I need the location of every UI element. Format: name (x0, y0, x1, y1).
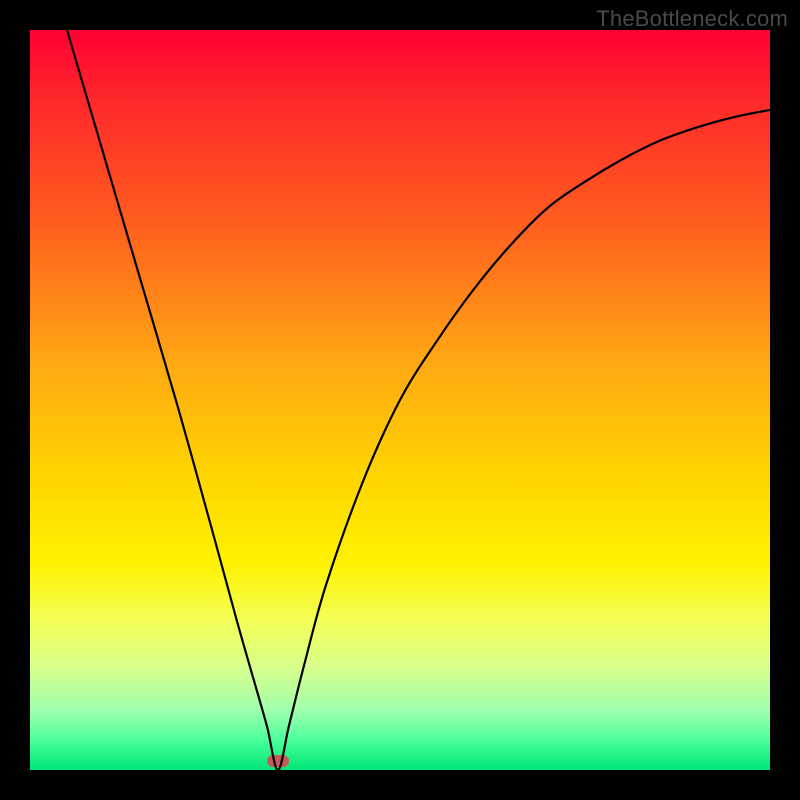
chart-frame: TheBottleneck.com (0, 0, 800, 800)
watermark-text: TheBottleneck.com (596, 6, 788, 32)
curve-path (67, 30, 770, 770)
bottleneck-curve (30, 30, 770, 770)
